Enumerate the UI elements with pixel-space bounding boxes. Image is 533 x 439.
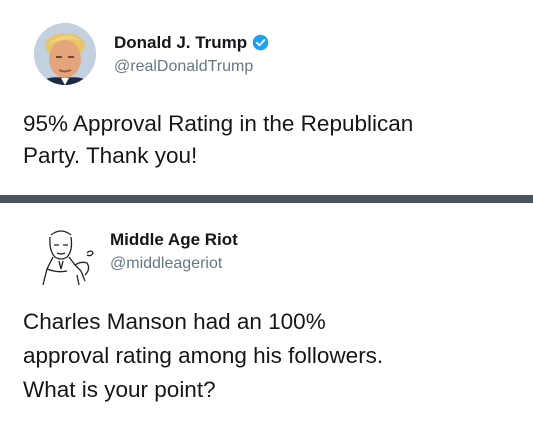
tweet-text: Charles Manson had an 100% approval rati… bbox=[23, 309, 384, 402]
display-name[interactable]: Middle Age Riot bbox=[110, 230, 238, 250]
tweet-card[interactable]: Middle Age Riot @middleageriot Charles M… bbox=[0, 203, 533, 439]
profile-photo-icon[interactable] bbox=[34, 23, 96, 85]
tweet-divider bbox=[0, 195, 533, 203]
user-handle[interactable]: @realDonaldTrump bbox=[114, 58, 253, 76]
user-handle[interactable]: @middleageriot bbox=[110, 255, 222, 273]
display-name[interactable]: Donald J. Trump bbox=[114, 33, 269, 56]
verified-badge-icon bbox=[252, 34, 269, 56]
vintage-man-illustration-icon[interactable] bbox=[37, 225, 99, 287]
display-name-text[interactable]: Donald J. Trump bbox=[114, 33, 247, 52]
tweet-card[interactable]: Donald J. Trump @realDonaldTrump 95% App… bbox=[0, 0, 533, 195]
tweet-text: 95% Approval Rating in the Republican Pa… bbox=[23, 111, 414, 168]
